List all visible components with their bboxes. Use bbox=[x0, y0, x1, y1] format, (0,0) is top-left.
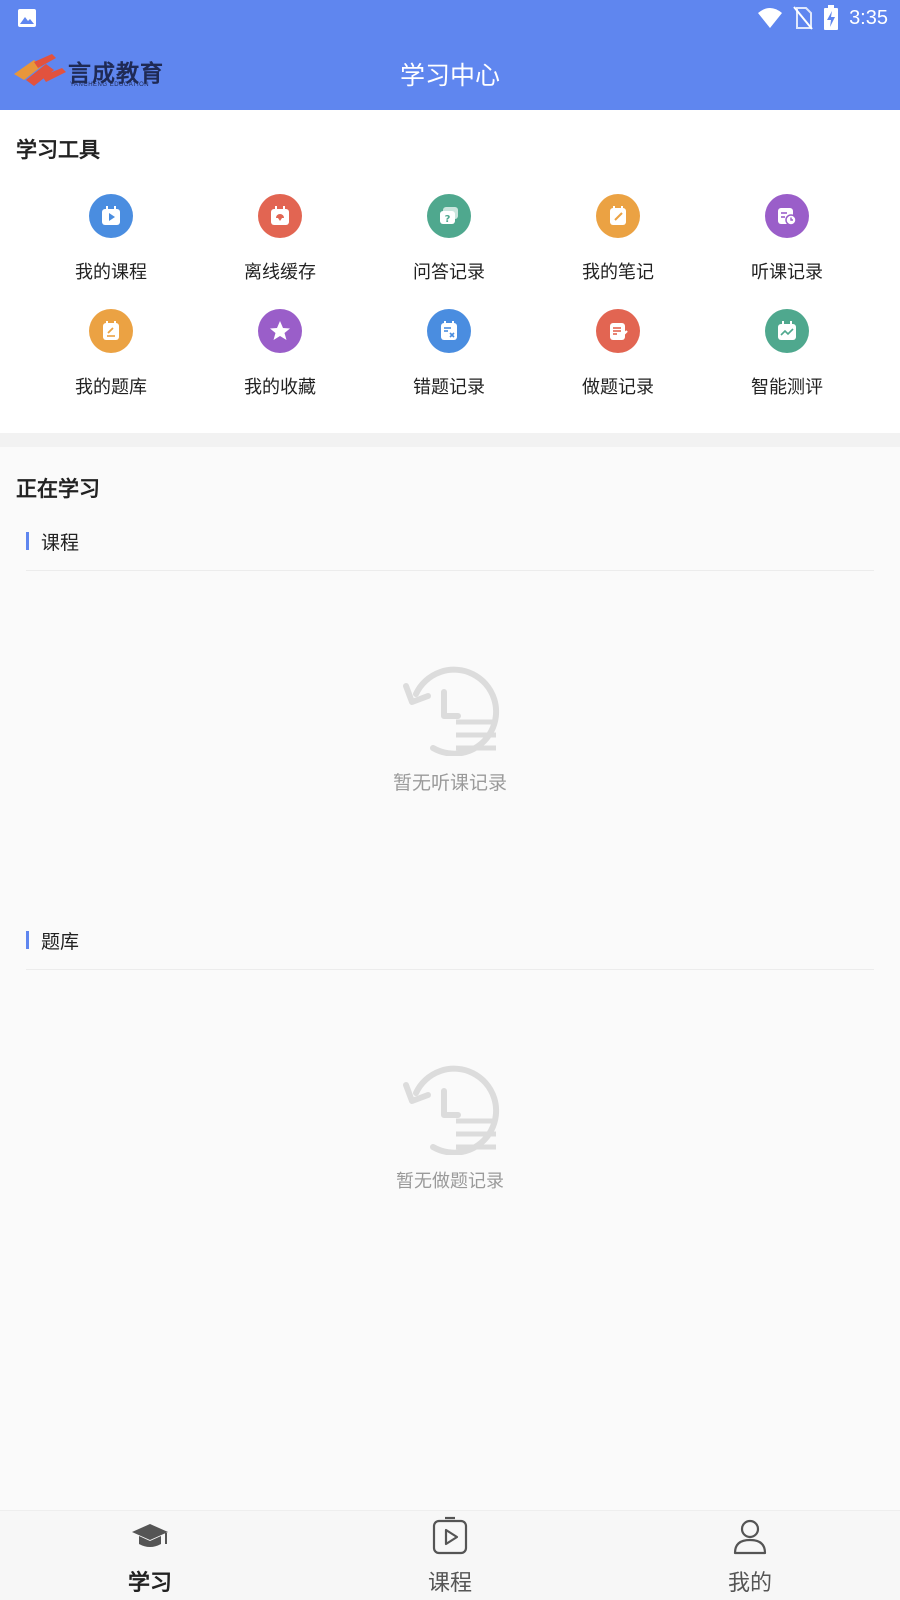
tool-label: 听课记录 bbox=[751, 262, 823, 283]
tool-label: 我的题库 bbox=[75, 377, 147, 398]
app-header: 3:35 言成教育 YANCHENG EDUCATION 学习中心 bbox=[0, 0, 900, 110]
tool-my-notes[interactable]: 我的笔记 bbox=[548, 194, 688, 304]
nav-label: 课程 bbox=[427, 1571, 472, 1596]
graduation-cap-icon bbox=[132, 1524, 168, 1547]
tool-listening-history[interactable]: 听课记录 bbox=[717, 194, 857, 304]
tool-label: 做题记录 bbox=[582, 377, 654, 398]
course-empty-text: 暂无听课记录 bbox=[392, 772, 507, 794]
learning-title: 正在学习 bbox=[16, 477, 100, 501]
svg-text:?: ? bbox=[445, 214, 451, 225]
divider bbox=[26, 570, 874, 571]
bank-heading: 题库 bbox=[41, 930, 80, 953]
tool-label: 问答记录 bbox=[413, 262, 485, 283]
bank-empty-state: 暂无做题记录 bbox=[0, 1063, 900, 1193]
question-icon: ? bbox=[427, 194, 471, 238]
status-bar: 3:35 bbox=[0, 0, 900, 36]
video-icon bbox=[432, 1516, 468, 1555]
section-divider bbox=[0, 433, 900, 447]
nav-label: 学习 bbox=[127, 1571, 172, 1596]
tool-label: 智能测评 bbox=[751, 377, 823, 398]
tool-qa-records[interactable]: ? 问答记录 bbox=[379, 194, 519, 304]
tool-label: 我的笔记 bbox=[582, 262, 654, 283]
history-icon bbox=[765, 194, 809, 238]
course-heading: 课程 bbox=[41, 531, 80, 554]
course-empty-state: 暂无听课记录 bbox=[0, 664, 900, 795]
empty-history-icon bbox=[403, 666, 500, 756]
status-icons: 3:35 bbox=[757, 4, 888, 32]
tool-favorites[interactable]: 我的收藏 bbox=[210, 309, 350, 419]
tool-question-bank[interactable]: 我的题库 bbox=[41, 309, 181, 419]
battery-charging-icon bbox=[824, 5, 839, 30]
download-icon bbox=[258, 194, 302, 238]
wrong-question-icon bbox=[427, 309, 471, 353]
exercise-record-icon bbox=[596, 309, 640, 353]
star-icon bbox=[258, 309, 302, 353]
tool-label: 错题记录 bbox=[413, 377, 485, 398]
image-notification-icon bbox=[18, 9, 36, 27]
tool-exercise-records[interactable]: 做题记录 bbox=[548, 309, 688, 419]
tool-label: 我的收藏 bbox=[244, 377, 316, 398]
tools-title: 学习工具 bbox=[16, 138, 100, 162]
empty-history-icon bbox=[403, 1065, 500, 1155]
nav-tab-mine[interactable]: 我的 bbox=[670, 1511, 830, 1600]
course-subheader: 课程 bbox=[26, 530, 80, 554]
status-time: 3:35 bbox=[849, 6, 888, 29]
accent-bar bbox=[26, 931, 29, 949]
bank-subheader: 题库 bbox=[26, 929, 80, 953]
user-icon bbox=[733, 1519, 767, 1555]
bottom-navigation: 学习 课程 我的 bbox=[0, 1510, 900, 1600]
accent-bar bbox=[26, 532, 29, 550]
tool-smart-assessment[interactable]: 智能测评 bbox=[717, 309, 857, 419]
bank-empty-text: 暂无做题记录 bbox=[396, 1171, 504, 1192]
tool-label: 离线缓存 bbox=[244, 262, 316, 283]
learning-tools-section: 学习工具 我的课程 离线缓存 ? 问答记录 我的笔记 听课记录 我的题库 我的收… bbox=[0, 110, 900, 433]
nav-tab-study[interactable]: 学习 bbox=[70, 1511, 230, 1600]
tool-label: 我的课程 bbox=[75, 262, 147, 283]
play-icon bbox=[89, 194, 133, 238]
wifi-icon bbox=[758, 8, 783, 28]
page-title: 学习中心 bbox=[399, 61, 500, 90]
note-icon bbox=[596, 194, 640, 238]
question-bank-icon bbox=[89, 309, 133, 353]
nav-tab-courses[interactable]: 课程 bbox=[370, 1511, 530, 1600]
tool-offline-cache[interactable]: 离线缓存 bbox=[210, 194, 350, 304]
tool-my-courses[interactable]: 我的课程 bbox=[41, 194, 181, 304]
currently-learning-section: 正在学习 课程 暂无听课记录 题库 暂无做题记录 bbox=[0, 447, 900, 1510]
no-sim-icon bbox=[793, 6, 813, 30]
nav-label: 我的 bbox=[727, 1571, 772, 1596]
divider bbox=[26, 969, 874, 970]
tool-wrong-questions[interactable]: 错题记录 bbox=[379, 309, 519, 419]
chart-icon bbox=[765, 309, 809, 353]
